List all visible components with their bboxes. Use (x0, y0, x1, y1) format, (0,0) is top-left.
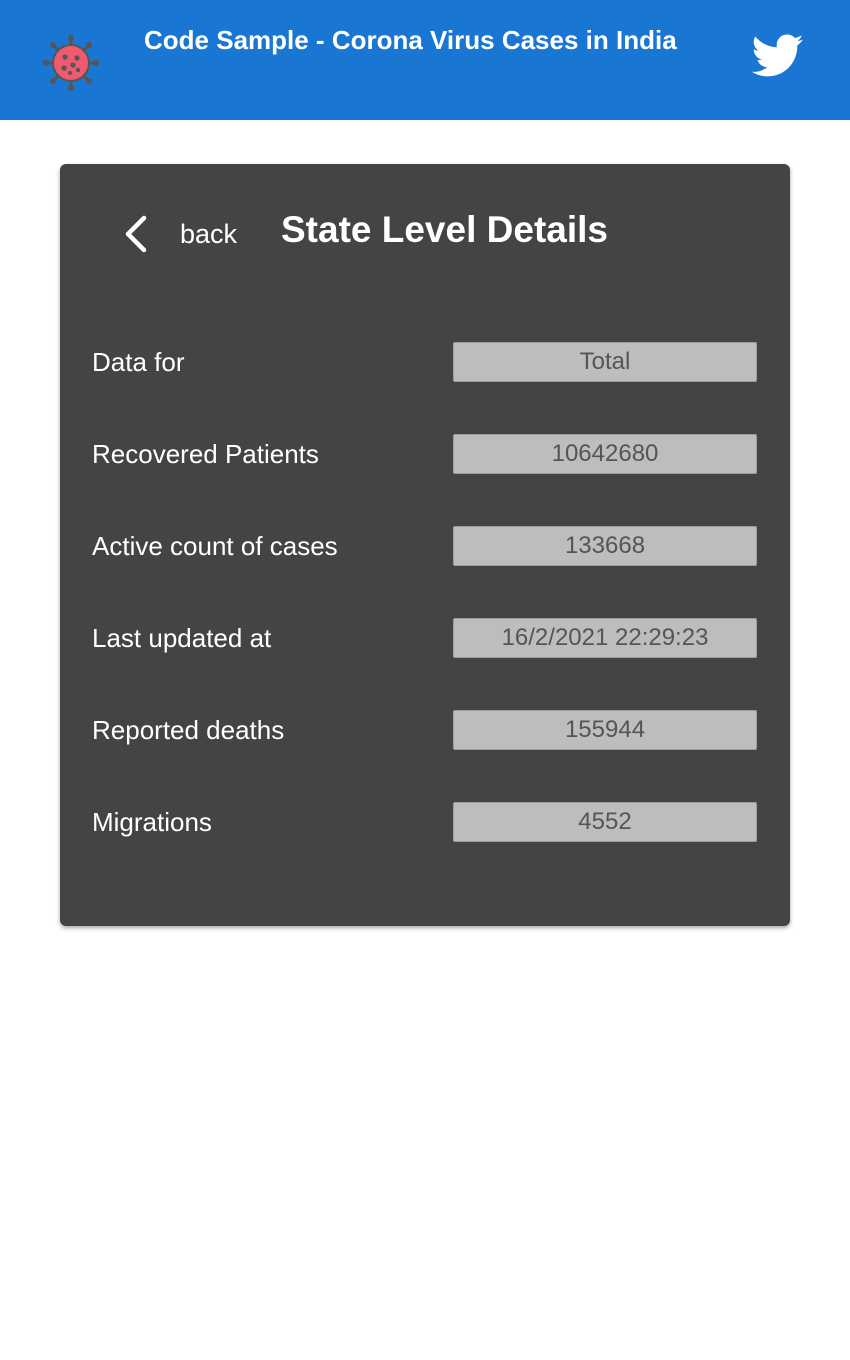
twitter-icon[interactable] (752, 34, 804, 78)
detail-label: Recovered Patients (92, 439, 319, 469)
details-card: back State Level Details Data for Total … (60, 164, 790, 926)
detail-value: 16/2/2021 22:29:23 (453, 618, 757, 658)
detail-value: Total (453, 342, 757, 382)
detail-row-recovered: Recovered Patients 10642680 (92, 434, 758, 474)
detail-value: 4552 (453, 802, 757, 842)
detail-row-active: Active count of cases 133668 (92, 526, 758, 566)
card-title: State Level Details (281, 209, 608, 250)
back-button[interactable]: back (120, 206, 250, 262)
detail-row-migrations: Migrations 4552 (92, 802, 758, 842)
back-label: back (180, 219, 238, 249)
detail-value: 10642680 (453, 434, 757, 474)
detail-label: Reported deaths (92, 715, 285, 745)
virus-icon (43, 35, 99, 91)
app-title: Code Sample - Corona Virus Cases in Indi… (144, 25, 677, 55)
detail-value: 133668 (453, 526, 757, 566)
detail-row-data-for: Data for Total (92, 342, 758, 382)
app-bar: Code Sample - Corona Virus Cases in Indi… (0, 0, 850, 120)
detail-row-deaths: Reported deaths 155944 (92, 710, 758, 750)
detail-label: Data for (92, 347, 185, 377)
detail-row-last-updated: Last updated at 16/2/2021 22:29:23 (92, 618, 758, 658)
detail-label: Last updated at (92, 623, 272, 653)
detail-label: Active count of cases (92, 531, 338, 561)
chevron-left-icon (125, 215, 147, 253)
detail-value: 155944 (453, 710, 757, 750)
detail-label: Migrations (92, 807, 212, 837)
